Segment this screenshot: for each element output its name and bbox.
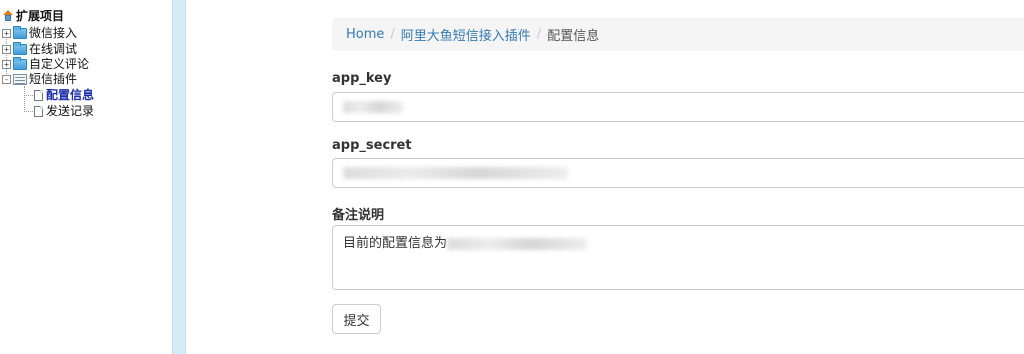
app-key-input[interactable] (332, 92, 1024, 122)
breadcrumb-current: 配置信息 (547, 29, 600, 44)
app-key-label: app_key (332, 71, 392, 86)
redacted-value (447, 237, 588, 250)
app-secret-label: app_secret (332, 138, 412, 153)
tree-connector (24, 111, 33, 112)
note-textarea[interactable]: 目前的配置信息为 (332, 225, 1024, 290)
tree-root[interactable]: 扩展项目 (2, 8, 64, 24)
expand-icon[interactable]: + (2, 59, 11, 69)
sidebar-tree: 扩展项目 + 微信接入 + 在线调试 + 自定义评论 - 短信插件 配置信息 发… (0, 0, 172, 354)
note-label: 备注说明 (332, 208, 385, 223)
page-icon (34, 89, 43, 101)
collapse-icon[interactable]: - (2, 74, 11, 84)
breadcrumb: Home / 阿里大鱼短信接入插件 / 配置信息 (332, 18, 1024, 51)
tree-item-label: 自定义评论 (29, 57, 90, 71)
tree-connector (24, 86, 25, 112)
tree-item-send-records[interactable]: 发送记录 (34, 103, 94, 119)
tree-item-sms-plugin[interactable]: - 短信插件 (2, 71, 77, 87)
tree-item-config-info[interactable]: 配置信息 (34, 87, 94, 103)
breadcrumb-home-link[interactable]: Home (346, 27, 384, 42)
tree-item-label: 配置信息 (46, 88, 95, 102)
redacted-value (343, 101, 403, 113)
home-icon (2, 10, 14, 22)
tree-item-label: 发送记录 (46, 104, 95, 118)
expand-icon[interactable]: + (2, 28, 11, 38)
folder-icon (13, 56, 27, 70)
tree-item-label: 短信插件 (29, 72, 78, 86)
panel-splitter[interactable] (172, 0, 186, 354)
submit-button[interactable]: 提交 (332, 304, 381, 334)
breadcrumb-plugin-link[interactable]: 阿里大鱼短信接入插件 (401, 25, 531, 44)
tree-root-label: 扩展项目 (16, 9, 65, 23)
tree-item-online-debug[interactable]: + 在线调试 (2, 41, 77, 57)
tree-item-label: 微信接入 (29, 26, 78, 40)
breadcrumb-separator: / (536, 27, 542, 42)
note-text: 目前的配置信息为 (343, 236, 448, 251)
tree-item-label: 在线调试 (29, 42, 78, 56)
main-content: Home / 阿里大鱼短信接入插件 / 配置信息 app_key app_sec… (186, 0, 1024, 354)
folder-open-icon (13, 73, 27, 85)
tree-item-custom-comment[interactable]: + 自定义评论 (2, 56, 89, 72)
redacted-value (343, 167, 568, 179)
app-secret-input[interactable] (332, 158, 1024, 188)
app-window: 扩展项目 + 微信接入 + 在线调试 + 自定义评论 - 短信插件 配置信息 发… (0, 0, 1024, 354)
folder-icon (13, 41, 27, 55)
page-icon (34, 105, 43, 117)
expand-icon[interactable]: + (2, 44, 11, 54)
folder-icon (13, 25, 27, 39)
tree-connector (24, 95, 33, 96)
breadcrumb-separator: / (390, 27, 395, 42)
tree-item-wechat[interactable]: + 微信接入 (2, 25, 77, 41)
